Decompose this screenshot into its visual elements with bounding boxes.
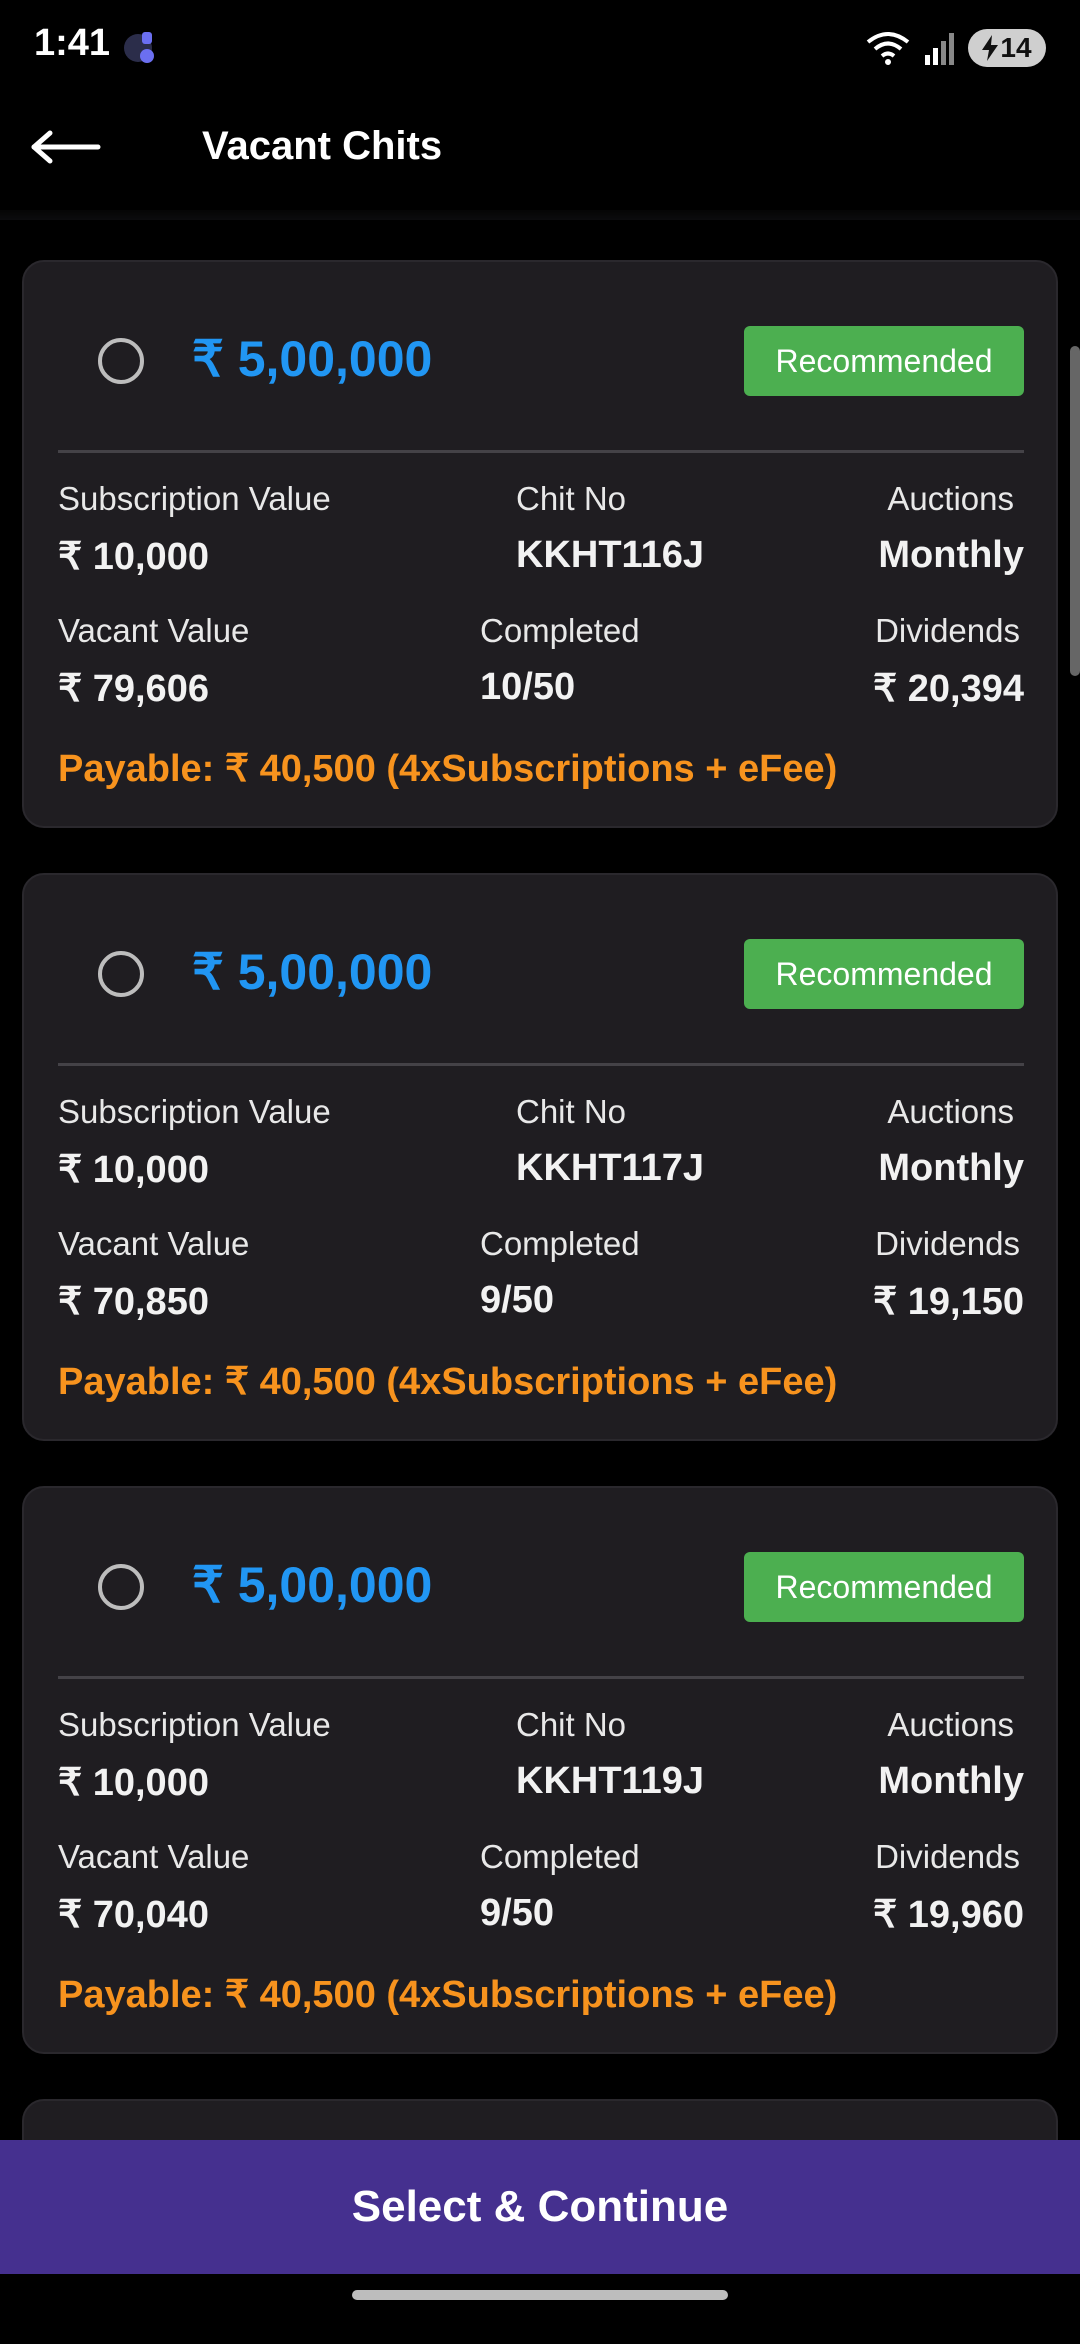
vacant-value: ₹ 79,606 — [58, 668, 209, 710]
dividends-value: ₹ 19,960 — [873, 1894, 1024, 1936]
status-time: 1:41 — [34, 22, 111, 64]
home-handle[interactable] — [352, 2290, 728, 2300]
chit-no-label: Chit No — [516, 1706, 627, 1743]
payable-text: Payable: ₹ 40,500 (4xSubscriptions + eFe… — [58, 748, 838, 790]
chit-amount: ₹ 5,00,000 — [192, 331, 433, 387]
page-title: Vacant Chits — [202, 124, 443, 168]
select-radio[interactable] — [98, 338, 144, 384]
subscription-label: Subscription Value — [58, 1706, 331, 1743]
recommended-badge: Recommended — [744, 1552, 1024, 1622]
recommended-badge: Recommended — [744, 939, 1024, 1009]
chit-amount: ₹ 5,00,000 — [192, 944, 433, 1000]
card-divider — [58, 1676, 1024, 1679]
auctions-label: Auctions — [887, 1706, 1014, 1743]
card-divider — [58, 450, 1024, 453]
chit-amount: ₹ 5,00,000 — [192, 1557, 433, 1613]
completed-label: Completed — [480, 612, 640, 649]
recommended-badge: Recommended — [744, 326, 1024, 396]
vacant-label: Vacant Value — [58, 1838, 250, 1875]
completed-value: 9/50 — [480, 1279, 554, 1321]
chit-card[interactable]: ₹ 5,00,000 Recommended Subscription Valu… — [22, 1486, 1058, 2054]
chit-no-label: Chit No — [516, 480, 627, 517]
vacant-label: Vacant Value — [58, 612, 250, 649]
subscription-label: Subscription Value — [58, 480, 331, 517]
chit-no-value: KKHT117J — [516, 1147, 704, 1189]
auctions-value: Monthly — [878, 1760, 1024, 1802]
chit-no-value: KKHT119J — [516, 1760, 704, 1802]
dividends-value: ₹ 20,394 — [873, 668, 1024, 710]
app-bar: Vacant Chits — [0, 90, 1080, 210]
payable-text: Payable: ₹ 40,500 (4xSubscriptions + eFe… — [58, 1361, 838, 1403]
select-continue-button[interactable]: Select & Continue — [0, 2140, 1080, 2274]
auctions-label: Auctions — [887, 480, 1014, 517]
chit-card[interactable]: ₹ 5,00,000 Recommended Subscription Valu… — [22, 873, 1058, 1441]
completed-label: Completed — [480, 1225, 640, 1262]
chit-no-value: KKHT116J — [516, 534, 704, 576]
dividends-label: Dividends — [875, 612, 1020, 649]
vacant-label: Vacant Value — [58, 1225, 250, 1262]
auctions-value: Monthly — [878, 1147, 1024, 1189]
battery-level: 14 — [1000, 32, 1032, 63]
dividends-label: Dividends — [875, 1838, 1020, 1875]
subscription-value: ₹ 10,000 — [58, 1762, 209, 1804]
card-divider — [58, 1063, 1024, 1066]
chit-no-label: Chit No — [516, 1093, 627, 1130]
auctions-label: Auctions — [887, 1093, 1014, 1130]
subscription-value: ₹ 10,000 — [58, 536, 209, 578]
status-bar: 1:41 14 — [0, 0, 1080, 90]
wifi-icon — [866, 32, 910, 65]
completed-value: 10/50 — [480, 666, 576, 708]
scrollbar-thumb[interactable] — [1070, 346, 1080, 676]
subscription-label: Subscription Value — [58, 1093, 331, 1130]
dividends-value: ₹ 19,150 — [873, 1281, 1024, 1323]
auctions-value: Monthly — [878, 534, 1024, 576]
dividends-label: Dividends — [875, 1225, 1020, 1262]
battery-indicator: 14 — [968, 29, 1046, 67]
select-radio[interactable] — [98, 1564, 144, 1610]
completed-value: 9/50 — [480, 1892, 554, 1934]
signal-icon — [925, 33, 954, 65]
chit-list: ₹ 5,00,000 Recommended Subscription Valu… — [22, 260, 1058, 2344]
system-icons: 14 — [866, 26, 1046, 70]
select-radio[interactable] — [98, 951, 144, 997]
payable-text: Payable: ₹ 40,500 (4xSubscriptions + eFe… — [58, 1974, 838, 2016]
back-button[interactable] — [30, 112, 130, 182]
vacant-value: ₹ 70,850 — [58, 1281, 209, 1323]
completed-label: Completed — [480, 1838, 640, 1875]
arrow-left-icon — [31, 130, 101, 164]
subscription-value: ₹ 10,000 — [58, 1149, 209, 1191]
app-notification-icon — [124, 32, 154, 63]
gesture-bar — [0, 2274, 1080, 2316]
charging-icon — [982, 35, 999, 61]
appbar-shadow — [0, 210, 1080, 220]
chit-card[interactable]: ₹ 5,00,000 Recommended Subscription Valu… — [22, 260, 1058, 828]
vacant-value: ₹ 70,040 — [58, 1894, 209, 1936]
